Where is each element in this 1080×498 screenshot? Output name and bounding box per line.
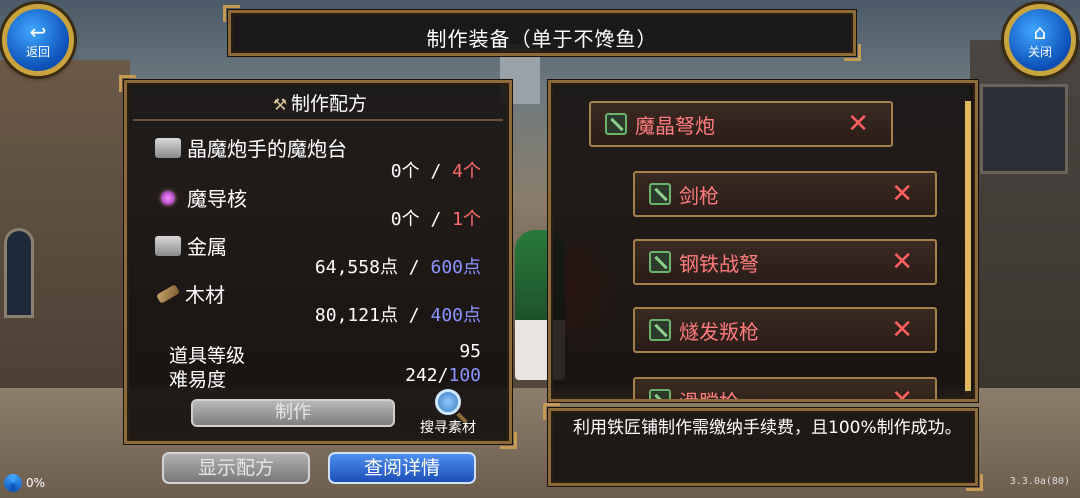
close-icon[interactable]: ✕ xyxy=(891,315,913,345)
progress-text: 0% xyxy=(26,476,46,490)
gun-icon xyxy=(649,319,671,341)
material-name: 魔导核 xyxy=(155,183,247,212)
list-item-label: 魔晶弩炮 xyxy=(635,113,715,138)
background-window xyxy=(4,228,34,318)
item-level-value: 95 xyxy=(459,341,481,362)
material-quantity: 0个 / 1个 xyxy=(391,205,481,231)
crossbow-icon xyxy=(649,251,671,273)
close-button-label: 关闭 xyxy=(1027,44,1052,59)
difficulty-row: 难易度 242/100 xyxy=(169,365,481,392)
list-item[interactable]: 燧发叛枪 ✕ xyxy=(633,307,937,353)
progress-icon xyxy=(4,474,22,492)
difficulty-max: 100 xyxy=(448,365,481,386)
metal-icon xyxy=(155,235,181,256)
background-building-right xyxy=(970,40,1080,440)
material-required: 1个 xyxy=(452,209,481,230)
background-window xyxy=(980,84,1068,174)
quantity-separator: / xyxy=(408,305,420,326)
item-level-row: 道具等级 95 xyxy=(169,341,481,368)
back-button[interactable]: ↩ 返回 xyxy=(2,4,74,76)
difficulty-current: 242 xyxy=(405,365,438,386)
download-progress: 0% xyxy=(4,474,45,492)
list-item[interactable]: 剑枪 ✕ xyxy=(633,171,937,217)
list-item[interactable]: 魔晶弩炮 ✕ xyxy=(589,101,893,147)
equipment-list-panel: 魔晶弩炮 ✕ 剑枪 ✕ 钢铁战弩 ✕ 燧发叛枪 ✕ 滑膛枪 ✕ xyxy=(548,80,978,402)
material-name: 金属 xyxy=(155,231,227,260)
material-label: 晶魔炮手的魔炮台 xyxy=(187,137,347,161)
quantity-separator: / xyxy=(430,209,442,230)
craft-button[interactable]: 制作 xyxy=(191,399,395,427)
recipe-panel: ⚒ 制作配方 晶魔炮手的魔炮台 0个 / 4个 魔导核 0个 / 1个 金属 64… xyxy=(119,75,517,449)
close-icon[interactable]: ✕ xyxy=(891,179,913,209)
recipe-book-icon: ⚒ xyxy=(272,95,288,114)
version-label: 3.3.0a(80) xyxy=(1009,476,1070,487)
material-required: 600点 xyxy=(430,257,481,278)
list-item-label: 燧发叛枪 xyxy=(679,319,759,344)
recipe-heading-label: 制作配方 xyxy=(290,93,367,115)
material-owned: 80,121点 xyxy=(314,305,398,326)
close-icon[interactable]: ✕ xyxy=(891,385,913,399)
search-material-label: 搜寻素材 xyxy=(420,420,476,436)
list-item-label: 钢铁战弩 xyxy=(679,251,759,276)
item-level-label: 道具等级 xyxy=(169,345,246,367)
gun-icon xyxy=(649,183,671,205)
close-icon[interactable]: ✕ xyxy=(891,247,913,277)
material-quantity: 80,121点 / 400点 xyxy=(315,301,481,327)
list-item[interactable]: 钢铁战弩 ✕ xyxy=(633,239,937,285)
search-material-button[interactable]: 搜寻素材 xyxy=(413,389,483,437)
show-recipe-button[interactable]: 显示配方 xyxy=(162,452,310,484)
background-building-left xyxy=(0,60,130,400)
scrollbar[interactable] xyxy=(965,101,971,397)
wood-icon xyxy=(155,283,181,304)
material-label: 木材 xyxy=(185,283,225,307)
difficulty-separator: / xyxy=(437,365,449,386)
magic-core-icon xyxy=(161,190,175,205)
difficulty-label: 难易度 xyxy=(169,369,227,391)
gun-icon xyxy=(649,389,671,399)
difficulty-value: 242/100 xyxy=(405,365,481,386)
list-item-label: 剑枪 xyxy=(679,183,719,208)
material-owned: 0个 xyxy=(390,209,420,230)
material-quantity: 64,558点 / 600点 xyxy=(315,253,481,279)
material-required: 4个 xyxy=(452,161,481,182)
scrollbar-thumb[interactable] xyxy=(965,101,971,391)
back-button-label: 返回 xyxy=(25,44,50,59)
list-item-label: 滑膛枪 xyxy=(679,389,739,402)
close-button[interactable]: ⌂ 关闭 xyxy=(1004,4,1076,76)
list-item[interactable]: 滑膛枪 ✕ xyxy=(633,377,937,402)
info-panel: 利用铁匠铺制作需缴纳手续费，且100%制作成功。 xyxy=(543,403,983,491)
magnifier-icon xyxy=(435,389,461,415)
divider xyxy=(133,119,503,121)
material-label: 金属 xyxy=(187,235,227,259)
close-icon[interactable]: ✕ xyxy=(847,109,869,139)
back-arrow-icon: ↩ xyxy=(29,19,47,44)
material-required: 400点 xyxy=(430,305,481,326)
material-name: 木材 xyxy=(155,279,225,308)
quantity-separator: / xyxy=(430,161,442,182)
crossbow-icon xyxy=(605,113,627,135)
material-name: 晶魔炮手的魔炮台 xyxy=(155,133,347,162)
info-text: 利用铁匠铺制作需缴纳手续费，且100%制作成功。 xyxy=(573,418,962,438)
material-owned: 0个 xyxy=(390,161,420,182)
material-owned: 64,558点 xyxy=(314,257,398,278)
recipe-heading: ⚒ 制作配方 xyxy=(127,89,509,116)
page-title: 制作装备（单于不馋鱼） xyxy=(426,27,658,51)
title-bar: 制作装备（单于不馋鱼） xyxy=(223,5,861,61)
home-icon: ⌂ xyxy=(1033,19,1047,44)
anvil-icon xyxy=(155,137,181,158)
material-quantity: 0个 / 4个 xyxy=(391,157,481,183)
view-detail-button[interactable]: 查阅详情 xyxy=(328,452,476,484)
quantity-separator: / xyxy=(408,257,420,278)
material-label: 魔导核 xyxy=(187,187,247,211)
